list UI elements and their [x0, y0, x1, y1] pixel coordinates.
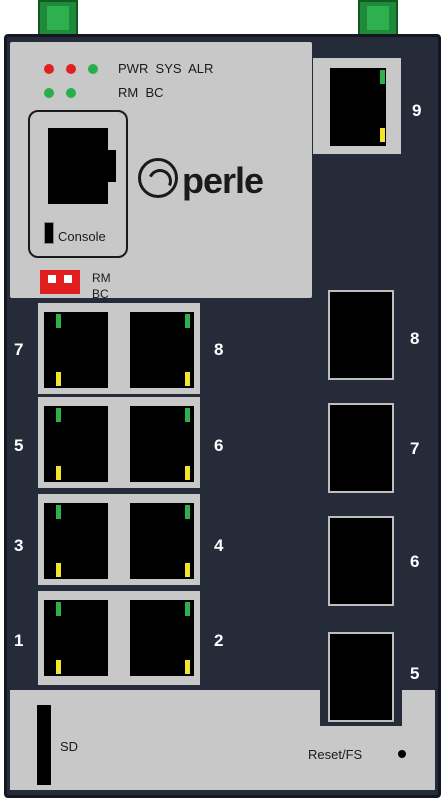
mounting-post-left: [38, 0, 78, 36]
uplink-link-led: [380, 70, 385, 84]
dip-switch[interactable]: [40, 270, 80, 294]
dip-label-rm: RM: [92, 271, 111, 285]
reset-button[interactable]: [398, 750, 406, 758]
console-port-notch: [106, 150, 116, 182]
dip-switch-2: [64, 275, 72, 283]
port-number-5: 5: [14, 436, 24, 455]
ethernet-port-1[interactable]: [44, 600, 108, 676]
sfp-number-5: 5: [410, 664, 420, 683]
port-number-3: 3: [14, 536, 24, 555]
brand-logo: perle: [182, 160, 264, 201]
bc-led: [66, 88, 76, 98]
port-number-8: 8: [214, 340, 224, 359]
ethernet-port-5[interactable]: [44, 406, 108, 482]
sd-card-slot[interactable]: [37, 705, 51, 785]
status-labels-row1: PWR SYS ALR: [118, 61, 214, 76]
sd-label: SD: [60, 739, 79, 754]
ethernet-port-4[interactable]: [130, 503, 194, 579]
sfp-port-7[interactable]: [328, 403, 394, 493]
sfp-number-6: 6: [410, 552, 420, 571]
ethernet-port-3[interactable]: [44, 503, 108, 579]
sys-led: [66, 64, 76, 74]
uplink-activity-led: [380, 128, 385, 142]
port-number-1: 1: [14, 631, 24, 650]
uplink-port-number: 9: [412, 101, 422, 120]
sfp-port-5[interactable]: [328, 632, 394, 722]
status-labels-row2: RM BC: [118, 85, 164, 100]
console-label: Console: [58, 229, 106, 244]
ethernet-port-8[interactable]: [130, 312, 194, 388]
ethernet-port-2[interactable]: [130, 600, 194, 676]
pwr-led: [44, 64, 54, 74]
port-number-2: 2: [214, 631, 224, 650]
sfp-number-7: 7: [410, 439, 420, 458]
port-number-6: 6: [214, 436, 224, 455]
sfp-port-8[interactable]: [328, 290, 394, 380]
ethernet-port-6[interactable]: [130, 406, 194, 482]
console-led: [44, 222, 54, 244]
alr-led: [88, 64, 98, 74]
sfp-number-8: 8: [410, 329, 420, 348]
uplink-port-9[interactable]: [330, 68, 386, 146]
console-port[interactable]: [48, 128, 108, 204]
dip-label-bc: BC: [92, 287, 109, 301]
ethernet-port-7[interactable]: [44, 312, 108, 388]
reset-label: Reset/FS: [308, 747, 363, 762]
rm-led: [44, 88, 54, 98]
port-number-4: 4: [214, 536, 224, 555]
sfp-port-6[interactable]: [328, 516, 394, 606]
mounting-post-right: [358, 0, 398, 36]
port-number-7: 7: [14, 340, 24, 359]
dip-switch-1: [48, 275, 56, 283]
perle-logo-icon: [138, 158, 178, 198]
